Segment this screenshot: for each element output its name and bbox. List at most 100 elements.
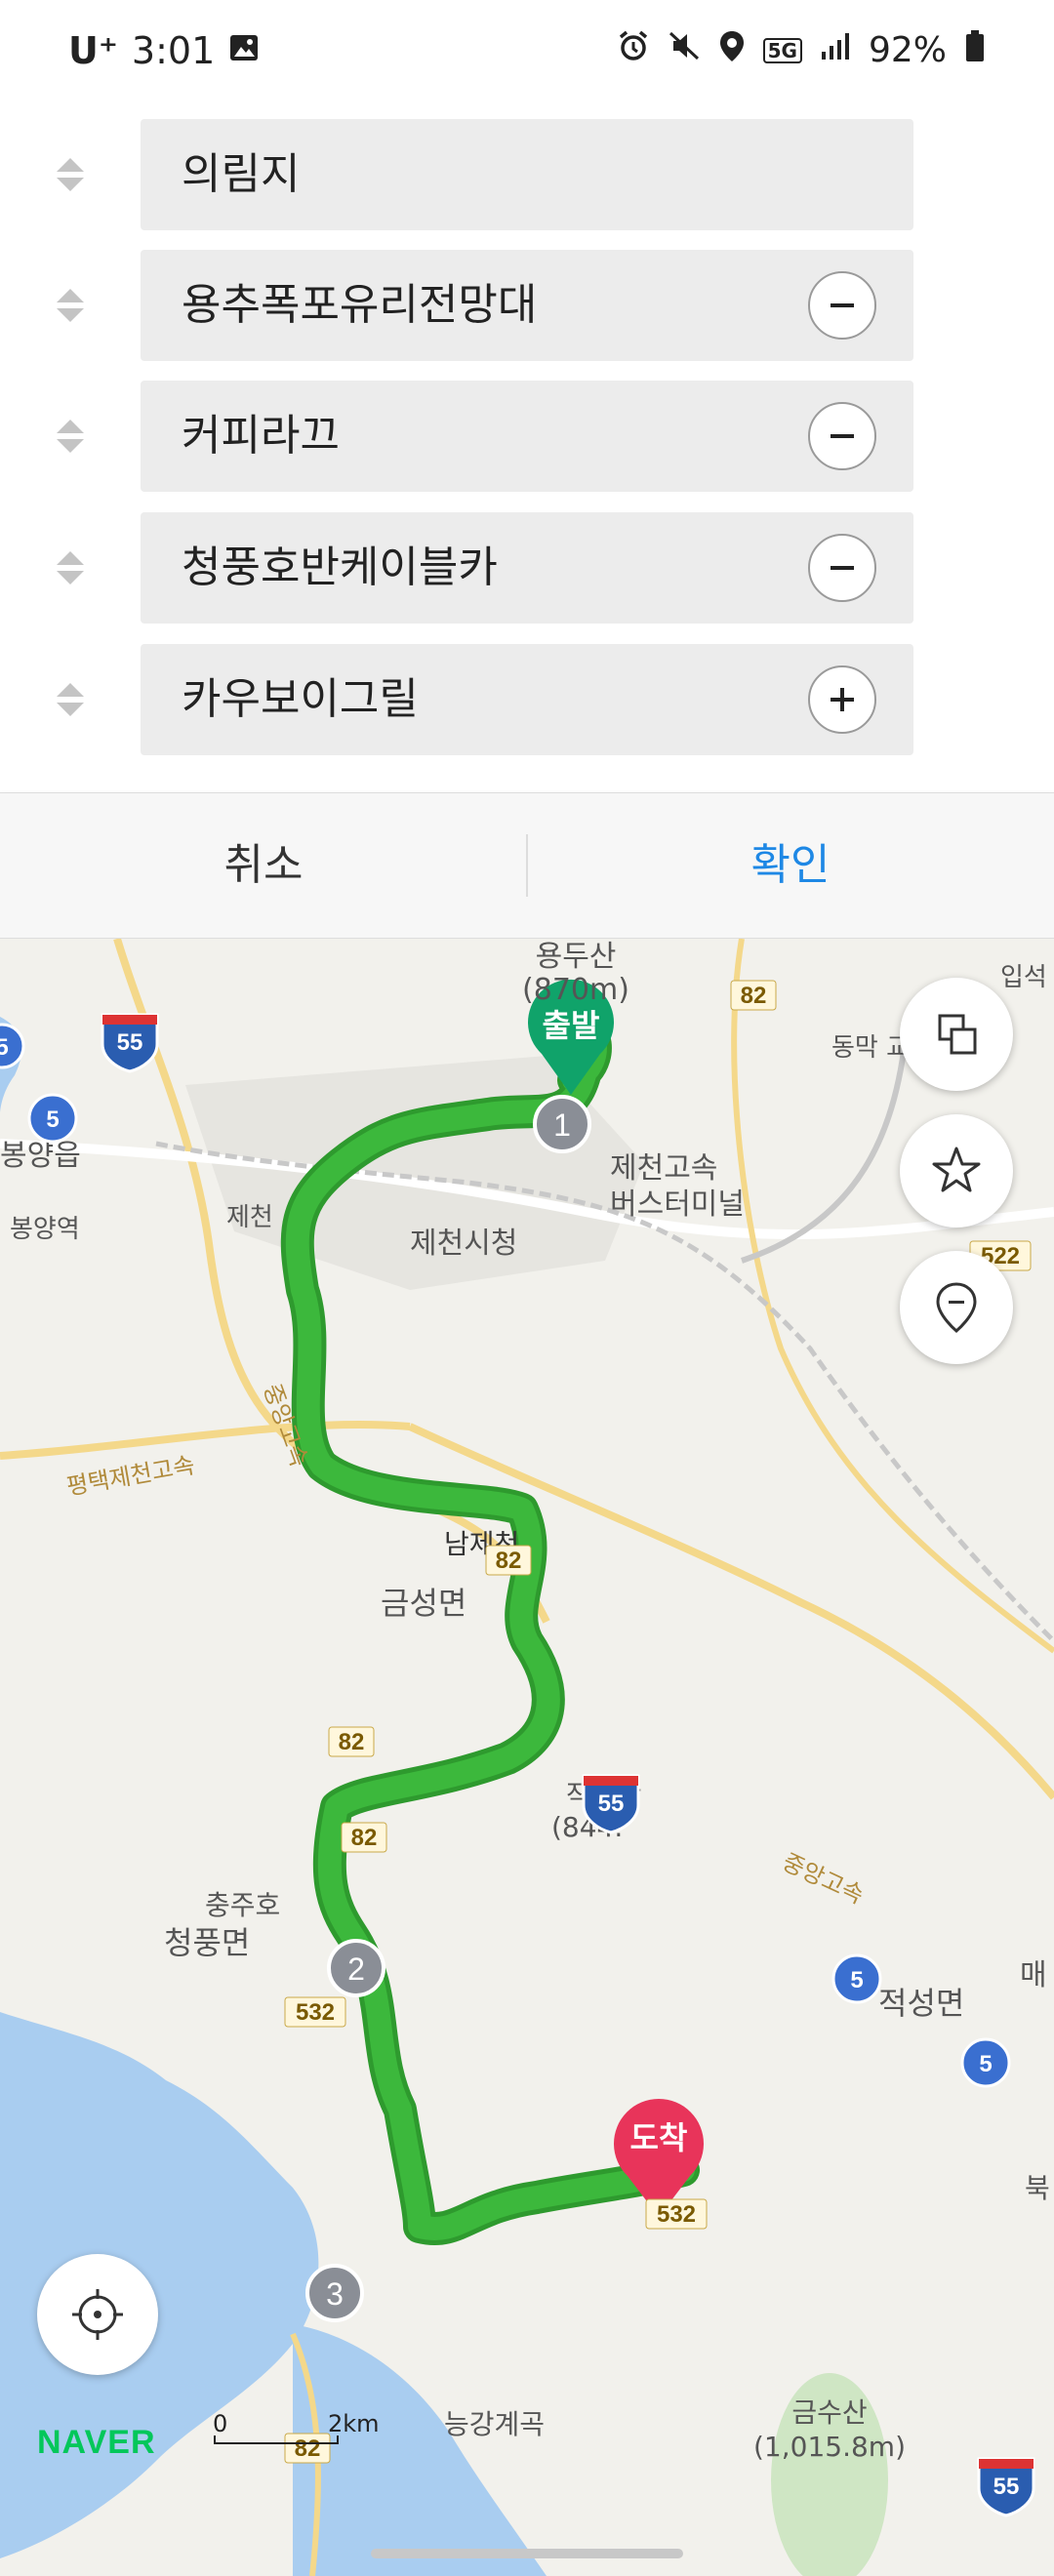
label-bongyang-eup: 봉양읍 (0, 1139, 81, 1173)
label-jeokseong: 적성면 (878, 1985, 964, 2022)
waypoint-field-1[interactable]: 용추폭포유리전망대 (141, 250, 913, 361)
label-bongyang-station: 봉양역 (10, 1215, 80, 1244)
svg-text:55: 55 (117, 1029, 143, 1056)
svg-text:5: 5 (0, 1034, 9, 1061)
svg-text:82: 82 (339, 1729, 365, 1755)
waypoint-field-destination[interactable]: 카우보이그릴 (141, 644, 913, 755)
remove-waypoint-button[interactable] (808, 271, 876, 340)
label-yongdusan: 용두산 (536, 940, 617, 974)
shield-expressway-55: 55 (582, 1774, 640, 1834)
home-indicator[interactable] (371, 2549, 683, 2558)
waypoint-row: 용추폭포유리전망대 (0, 250, 1054, 361)
svg-text:82: 82 (496, 1548, 522, 1574)
shield-82: 82 (730, 980, 777, 1011)
label-geumsusan: 금수산 (791, 2396, 867, 2429)
signal-icon (820, 30, 851, 70)
road-jungang (113, 939, 550, 1624)
cancel-button[interactable]: 취소 (0, 793, 527, 938)
location-icon (718, 29, 746, 71)
label-cheongpung: 청풍면 (164, 1924, 250, 1961)
stop-label: 2 (347, 1952, 365, 1987)
end-pin-label: 도착 (630, 2119, 688, 2156)
shield-expressway-55: 55 (101, 1013, 159, 1073)
map-scale: 0 2km (213, 2410, 380, 2449)
shield-82: 82 (485, 1545, 532, 1576)
shield-expressway-55: 55 (977, 2457, 1035, 2517)
confirm-button[interactable]: 확인 (527, 793, 1054, 938)
shield-route-5: 5 (831, 1953, 882, 2004)
waypoint-field-start[interactable]: 의림지 (141, 119, 913, 230)
add-waypoint-button[interactable] (808, 665, 876, 734)
shield-82: 82 (328, 1726, 375, 1757)
label-bus-terminal-1: 제천고속 (610, 1151, 717, 1186)
stop-marker-1[interactable]: 1 (533, 1095, 591, 1153)
svg-text:532: 532 (296, 1999, 335, 2026)
waypoint-label: 용추폭포유리전망대 (182, 280, 538, 330)
waypoint-field-2[interactable]: 커피라끄 (141, 381, 913, 492)
minus-icon (831, 434, 854, 438)
map-canvas[interactable]: 1 2 3 출발 도착 용두산 (870m) 봉양읍 봉양역 제천 제천고속 버… (0, 939, 1054, 2576)
map-layers-button[interactable] (900, 978, 1013, 1091)
label-buk: 북 (1025, 2172, 1050, 2204)
remove-waypoint-button[interactable] (808, 534, 876, 602)
svg-text:82: 82 (351, 1825, 378, 1851)
waypoint-field-3[interactable]: 청풍호반케이블카 (141, 512, 913, 624)
remove-waypoint-button[interactable] (808, 402, 876, 470)
label-ipseok: 입석 (1000, 963, 1047, 992)
road-pyeongtaek (0, 1420, 411, 1460)
shield-route-5: 5 (960, 2037, 1011, 2088)
waypoint-row: 의림지 (0, 119, 1054, 230)
minus-icon (831, 303, 854, 307)
favorite-button[interactable] (900, 1114, 1013, 1228)
waypoint-label: 의림지 (182, 149, 301, 199)
status-right: 5G 92% (617, 29, 986, 71)
label-pyeongtaek-exp: 평택제천고속 (64, 1451, 196, 1501)
drag-handle-icon[interactable] (54, 548, 87, 587)
label-bus-terminal-2: 버스터미널 (610, 1187, 745, 1222)
status-bar: U⁺ 3:01 5G 92% (0, 0, 1054, 117)
start-pin-label: 출발 (543, 1007, 600, 1044)
waypoint-row: 청풍호반케이블카 (0, 512, 1054, 624)
svg-text:5: 5 (850, 1967, 863, 1993)
naver-logo: NAVER (37, 2424, 156, 2461)
svg-text:55: 55 (993, 2474, 1020, 2500)
location-pin-button[interactable] (900, 1251, 1013, 1364)
layers-icon (938, 1014, 977, 1055)
minus-icon (831, 566, 854, 570)
gps-target-icon (72, 2289, 123, 2340)
mute-icon (668, 29, 701, 71)
label-jecheon-ic: 제천 (226, 1203, 273, 1232)
shield-532: 532 (284, 1996, 346, 2028)
battery-percent: 92% (868, 30, 947, 70)
lake-east (293, 2324, 547, 2576)
drag-handle-icon[interactable] (54, 680, 87, 719)
status-time: 3:01 (131, 29, 216, 72)
star-icon (932, 1147, 981, 1192)
label-geumsusan-height: (1,015.8m) (753, 2431, 906, 2463)
route-map[interactable]: 1 2 3 출발 도착 용두산 (870m) 봉양읍 봉양역 제천 제천고속 버… (0, 939, 1054, 2576)
drag-handle-icon[interactable] (54, 155, 87, 194)
label-yongdusan-height: (870m) (522, 973, 629, 1007)
action-bar: 취소 확인 (0, 792, 1054, 939)
svg-text:55: 55 (598, 1791, 625, 1817)
stop-marker-2[interactable]: 2 (327, 1939, 385, 1997)
carrier-label: U⁺ (68, 29, 118, 72)
stop-label: 1 (553, 1107, 571, 1143)
current-location-button[interactable] (37, 2254, 158, 2375)
stop-marker-3[interactable]: 3 (305, 2264, 364, 2322)
drag-handle-icon[interactable] (54, 286, 87, 325)
drag-handle-icon[interactable] (54, 417, 87, 456)
label-chungjuho: 충주호 (205, 1889, 280, 1921)
label-city-hall: 제천시청 (410, 1227, 517, 1261)
location-pin-icon (936, 1282, 977, 1333)
shield-82: 82 (341, 1822, 387, 1853)
shield-532: 532 (645, 2198, 708, 2230)
label-neunggang: 능강계곡 (444, 2408, 545, 2440)
plus-icon (831, 688, 854, 711)
label-jungang-exp-2: 중앙고속 (778, 1848, 868, 1910)
waypoint-label: 청풍호반케이블카 (182, 543, 498, 592)
svg-text:532: 532 (657, 2201, 696, 2228)
svg-text:82: 82 (741, 983, 767, 1009)
svg-text:5: 5 (979, 2051, 992, 2077)
battery-icon (964, 29, 986, 71)
